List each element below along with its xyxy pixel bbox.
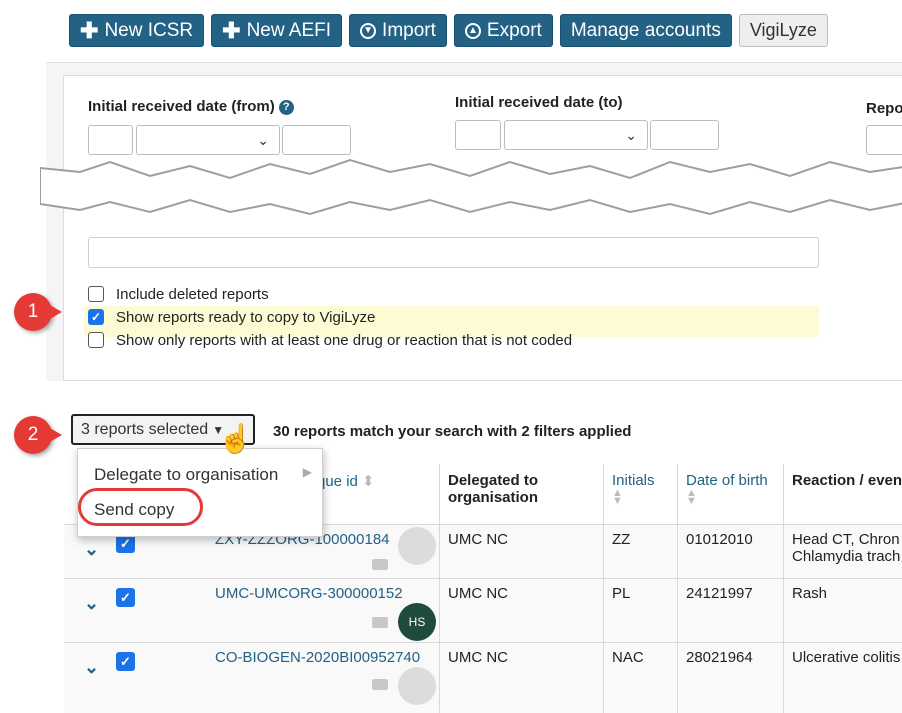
step-marker-1: 1 [14,293,62,331]
avatar [398,667,436,705]
not-coded-option[interactable]: Show only reports with at least one drug… [88,329,572,351]
reaction-cell: Head CT, Chron Chlamydia trach [792,531,901,565]
chevron-down-icon[interactable]: ⌄ [84,657,99,678]
match-count-text: 30 reports match your search with 2 filt… [273,423,632,440]
initials-cell: NAC [604,643,678,713]
toolbar: ✚ New ICSR ✚ New AEFI ▼ Import ▲ Export Mana… [69,14,828,48]
col-header-dob[interactable]: Date of birth ▲ ▼ [678,464,784,524]
comment-icon[interactable] [372,559,388,570]
row-checkbox[interactable]: ✓ [116,588,135,607]
manage-accounts-button[interactable]: Manage accounts [559,14,732,47]
avatar: HS [398,603,436,641]
initials-cell: ZZ [604,525,678,579]
chevron-right-icon: ▶ [302,465,312,479]
delegated-cell: UMC NC [440,525,604,579]
sort-icon: ▲ ▼ [612,487,623,507]
new-icsr-button[interactable]: ✚ New ICSR [69,14,205,47]
reaction-cell: Rash [792,585,828,602]
export-button[interactable]: ▲ Export [453,14,553,47]
delegated-cell: UMC NC [440,643,604,713]
date-to-year-input[interactable] [650,120,719,150]
delegated-cell: UMC NC [440,579,604,643]
comment-icon[interactable] [372,679,388,690]
chevron-down-icon[interactable]: ⌄ [84,593,99,614]
not-coded-checkbox[interactable] [88,332,104,348]
table-row[interactable]: ⌄ ✓ UMC-UMCORG-300000152 HS UMC NC PL 24… [64,578,902,643]
chevron-down-icon[interactable]: ⌄ [84,539,99,560]
date-to-day-input[interactable] [455,120,501,150]
text-filter-input[interactable] [88,237,819,268]
help-icon[interactable]: ? [278,99,294,115]
include-deleted-checkbox[interactable] [88,286,104,302]
dob-cell: 01012010 [678,525,784,579]
ready-to-copy-checkbox[interactable]: ✓ [88,309,104,325]
export-icon: ▲ [464,22,481,39]
col-header-reaction[interactable]: Reaction / even [784,464,902,524]
ready-to-copy-option[interactable]: ✓ Show reports ready to copy to VigiLyze [88,306,375,328]
reaction-cell: Ulcerative colitis [792,649,901,666]
col-header-initials[interactable]: Initials ▲ ▼ [604,464,678,524]
plus-icon: ✚ [222,17,241,43]
hand-cursor-icon: ☝ [218,423,253,454]
chevron-down-icon: ⌄ [257,132,269,148]
step-marker-2: 2 [14,416,62,454]
date-to-month-select[interactable]: ⌄ [504,120,648,150]
new-aefi-button[interactable]: ✚ New AEFI [211,14,343,47]
menu-item-delegate[interactable]: Delegate to organisation [94,465,278,485]
plus-icon: ✚ [80,17,99,43]
import-button[interactable]: ▼ Import [349,14,447,47]
dob-cell: 24121997 [678,579,784,643]
date-to-label: Initial received date (to) [455,94,623,111]
send-copy-highlight [78,488,203,526]
avatar [398,527,436,565]
table-row[interactable]: ⌄ ✓ CO-BIOGEN-2020BI00952740 UMC NC NAC … [64,642,902,713]
comment-icon[interactable] [372,617,388,628]
dob-cell: 28021964 [678,643,784,713]
row-checkbox[interactable]: ✓ [116,652,135,671]
torn-edge-divider [40,158,902,216]
col-header-delegated[interactable]: Delegated to organisation [440,464,604,524]
initials-cell: PL [604,579,678,643]
report-filter-label: Repo [866,100,902,117]
sort-icon: ⬍ [362,473,375,490]
import-icon: ▼ [360,22,377,39]
sort-icon: ▲ ▼ [686,487,697,507]
chevron-down-icon: ⌄ [625,127,637,143]
date-from-label: Initial received date (from)? [88,98,294,115]
vigilyze-button[interactable]: VigiLyze [738,14,828,47]
include-deleted-option[interactable]: Include deleted reports [88,283,269,305]
